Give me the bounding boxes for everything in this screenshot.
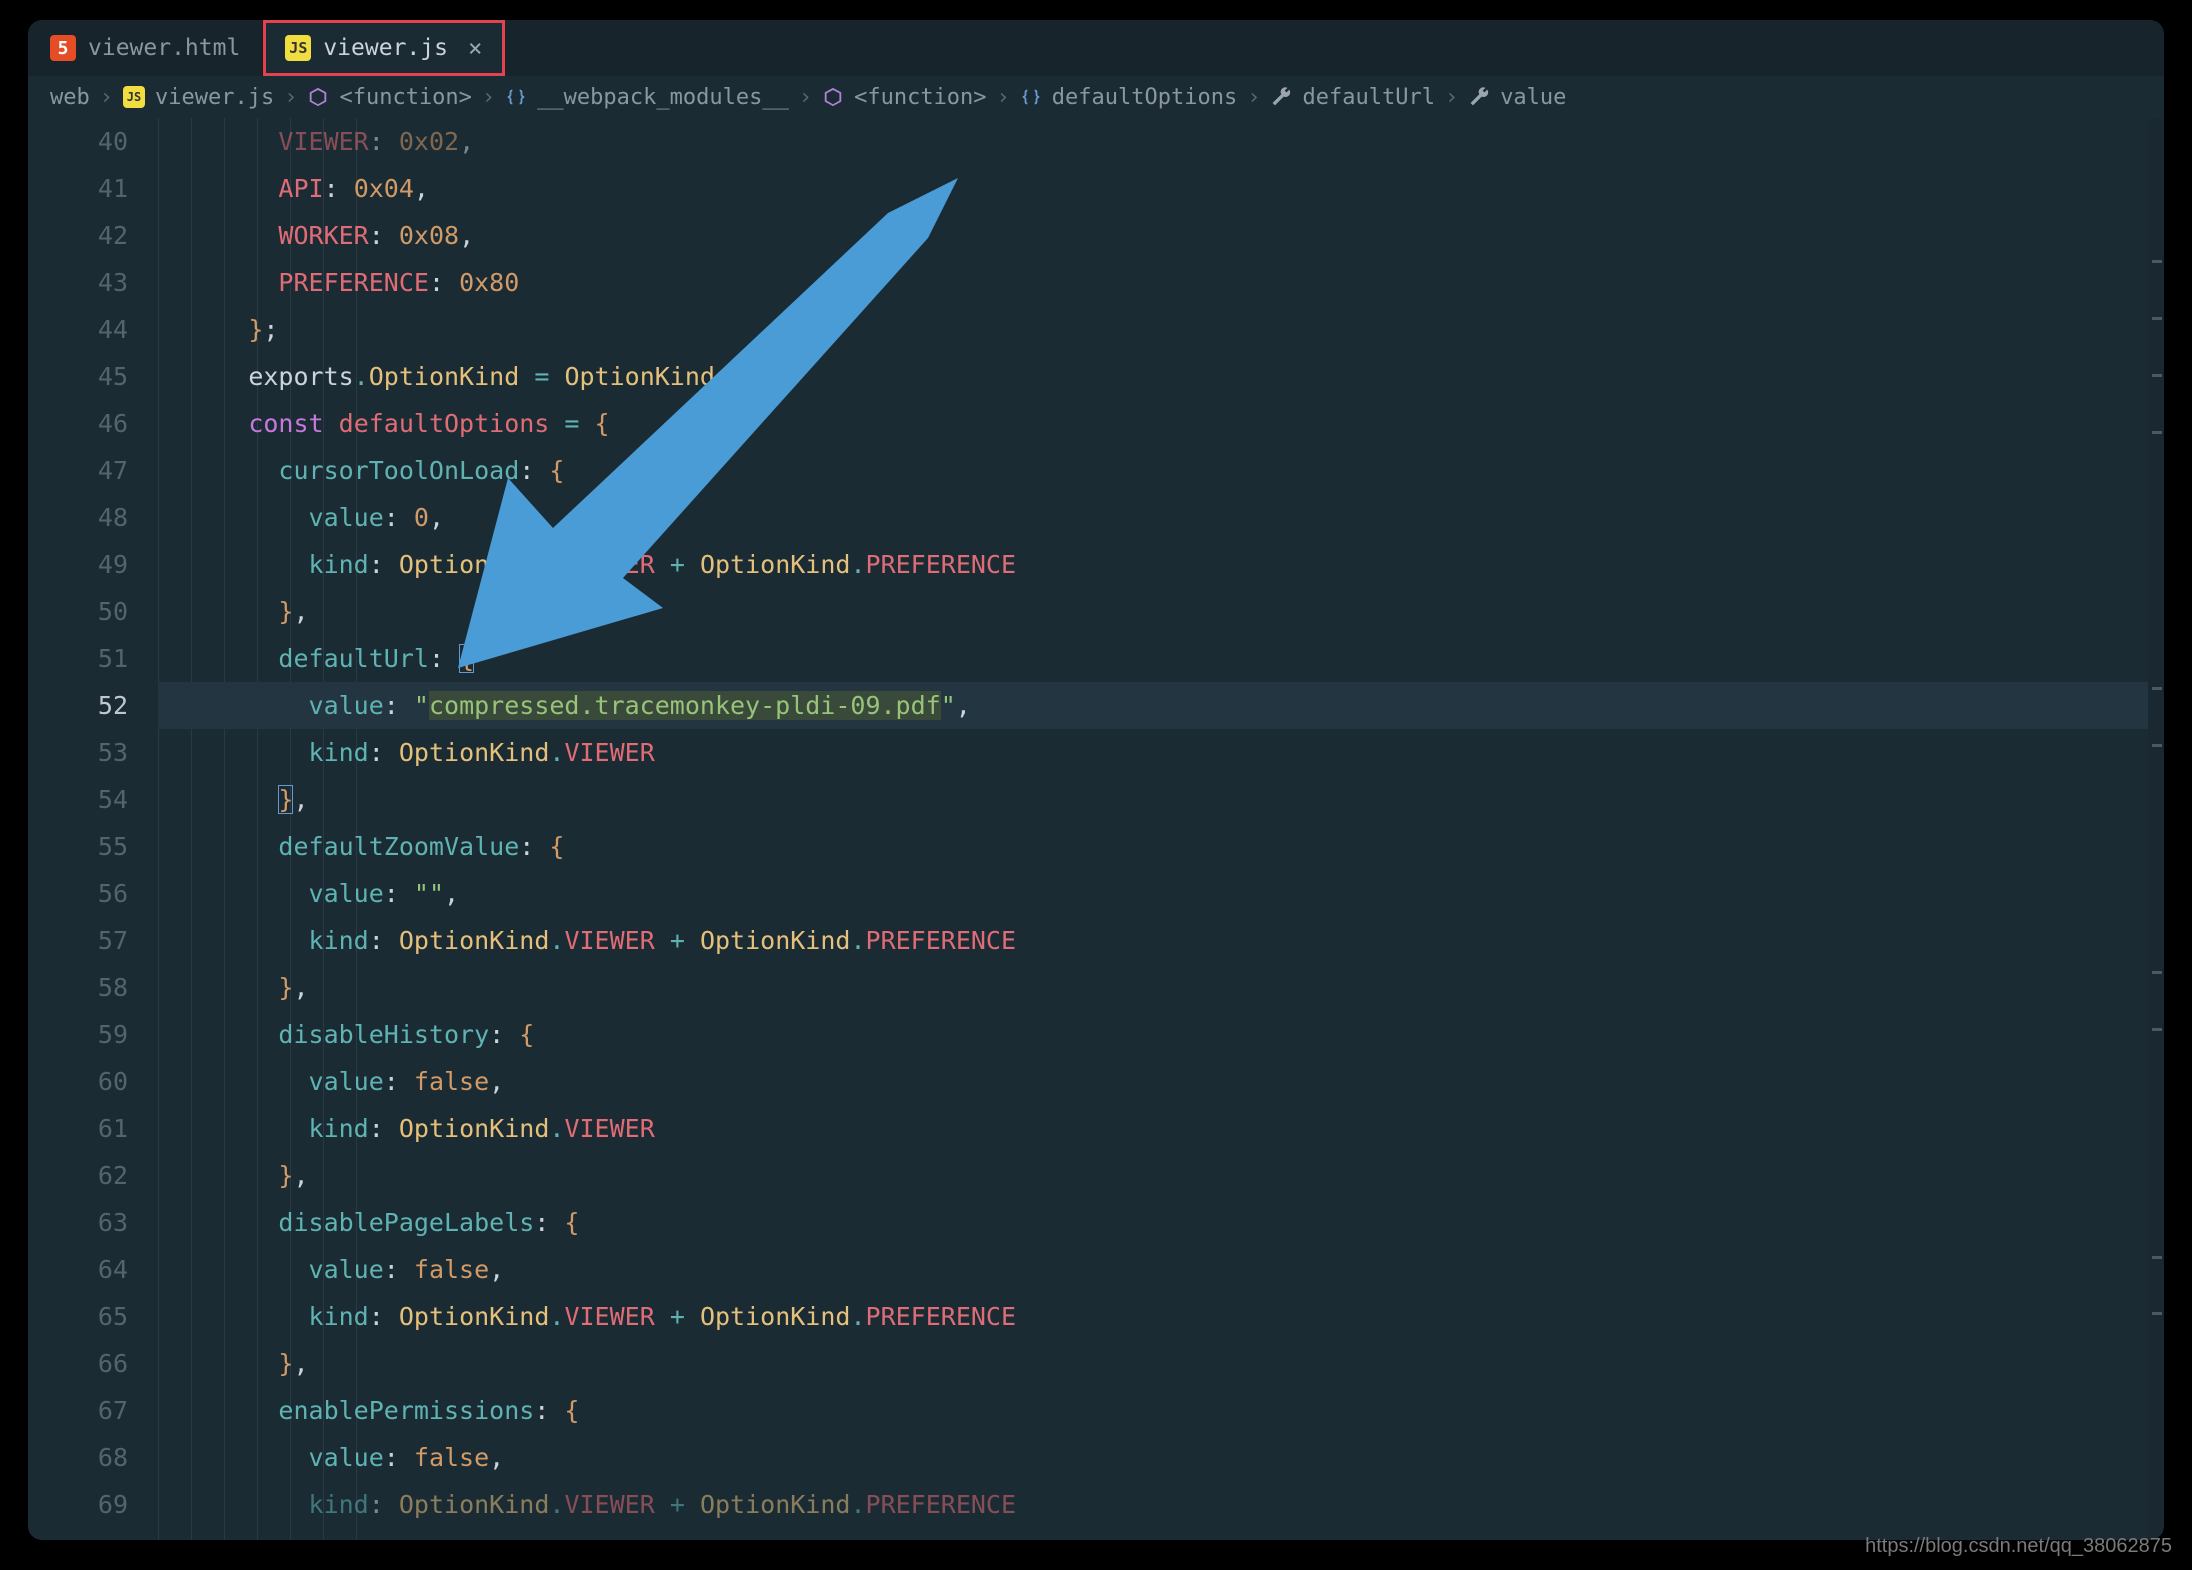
minimap-scrollbar[interactable] [2148,118,2164,1540]
breadcrumb[interactable]: web › JS viewer.js › <function> › __webpack_mod… [28,76,2164,118]
code-line[interactable]: const defaultOptions = { [158,400,2164,447]
code-content[interactable]: VIEWER: 0x02, API: 0x04, WORKER: 0x08, P… [158,118,2164,1540]
code-line[interactable]: }, [158,776,2164,823]
line-number: 52 [28,682,128,729]
wrench-icon [1468,86,1490,108]
code-line[interactable]: kind: OptionKind.VIEWER + OptionKind.PRE… [158,917,2164,964]
chevron-right-icon: › [1445,85,1458,110]
breadcrumb-item[interactable]: viewer.js [155,85,274,110]
code-line[interactable]: value: "compressed.tracemonkey-pldi-09.p… [158,682,2164,729]
line-number: 69 [28,1481,128,1528]
code-line[interactable]: }, [158,588,2164,635]
breadcrumb-item[interactable]: value [1500,85,1566,110]
code-line[interactable]: }, [158,1152,2164,1199]
tab-label: viewer.js [323,35,448,61]
line-number: 51 [28,635,128,682]
line-number: 62 [28,1152,128,1199]
code-line[interactable]: kind: OptionKind.VIEWER + OptionKind.PRE… [158,1293,2164,1340]
code-line[interactable]: cursorToolOnLoad: { [158,447,2164,494]
line-number: 63 [28,1199,128,1246]
line-number: 64 [28,1246,128,1293]
code-line[interactable]: PREFERENCE: 0x80 [158,259,2164,306]
line-number: 57 [28,917,128,964]
line-number: 61 [28,1105,128,1152]
watermark-text: https://blog.csdn.net/qq_38062875 [1865,1535,2172,1558]
code-line[interactable]: kind: OptionKind.VIEWER + OptionKind.PRE… [158,541,2164,588]
code-line[interactable]: API: 0x04, [158,165,2164,212]
editor-window: 5 viewer.html JS viewer.js × web › JS viewer.js… [28,20,2164,1540]
line-number: 55 [28,823,128,870]
js-icon: JS [123,86,145,108]
code-line[interactable]: value: "", [158,870,2164,917]
line-number: 68 [28,1434,128,1481]
line-number: 54 [28,776,128,823]
tab-viewer-html[interactable]: 5 viewer.html [28,20,263,76]
breadcrumb-item[interactable]: defaultOptions [1052,85,1237,110]
code-line[interactable]: kind: OptionKind.VIEWER [158,1105,2164,1152]
chevron-right-icon: › [482,85,495,110]
code-line[interactable]: value: false, [158,1434,2164,1481]
code-line[interactable]: exports.OptionKind = OptionKind; [158,353,2164,400]
line-number: 40 [28,118,128,165]
code-line[interactable]: }; [158,306,2164,353]
code-line[interactable]: enablePermissions: { [158,1387,2164,1434]
chevron-right-icon: › [1247,85,1260,110]
line-number: 58 [28,964,128,1011]
code-line[interactable]: WORKER: 0x08, [158,212,2164,259]
line-number: 46 [28,400,128,447]
line-number: 48 [28,494,128,541]
chevron-right-icon: › [799,85,812,110]
code-line[interactable]: disableHistory: { [158,1011,2164,1058]
code-line[interactable]: kind: OptionKind.VIEWER + OptionKind.PRE… [158,1481,2164,1528]
code-line[interactable]: defaultZoomValue: { [158,823,2164,870]
breadcrumb-item[interactable]: defaultUrl [1302,85,1434,110]
code-line[interactable]: }, [158,964,2164,1011]
cube-icon [307,86,329,108]
breadcrumb-item[interactable]: <function> [854,85,986,110]
breadcrumb-item[interactable]: <function> [339,85,471,110]
breadcrumb-item[interactable]: web [50,85,90,110]
chevron-right-icon: › [284,85,297,110]
chevron-right-icon: › [100,85,113,110]
code-line[interactable]: kind: OptionKind.VIEWER [158,729,2164,776]
close-icon[interactable]: × [468,34,482,62]
wrench-icon [1270,86,1292,108]
line-number-gutter: 4041424344454647484950515253545556575859… [28,118,158,1540]
line-number: 60 [28,1058,128,1105]
line-number: 47 [28,447,128,494]
line-number: 65 [28,1293,128,1340]
code-line[interactable]: value: 0, [158,494,2164,541]
cube-icon [822,86,844,108]
braces-icon [1020,86,1042,108]
line-number: 56 [28,870,128,917]
code-line[interactable]: }, [158,1340,2164,1387]
line-number: 41 [28,165,128,212]
code-line[interactable]: value: false, [158,1246,2164,1293]
chevron-right-icon: › [997,85,1010,110]
tab-label: viewer.html [88,35,240,61]
line-number: 66 [28,1340,128,1387]
line-number: 44 [28,306,128,353]
line-number: 49 [28,541,128,588]
line-number: 67 [28,1387,128,1434]
line-number: 45 [28,353,128,400]
code-line[interactable]: defaultUrl: { [158,635,2164,682]
breadcrumb-item[interactable]: __webpack_modules__ [537,85,789,110]
js-file-icon: JS [285,35,311,61]
line-number: 42 [28,212,128,259]
tab-bar: 5 viewer.html JS viewer.js × [28,20,2164,76]
line-number: 53 [28,729,128,776]
code-line[interactable]: VIEWER: 0x02, [158,118,2164,165]
html-file-icon: 5 [50,35,76,61]
line-number: 59 [28,1011,128,1058]
line-number: 50 [28,588,128,635]
code-line[interactable]: disablePageLabels: { [158,1199,2164,1246]
line-number: 43 [28,259,128,306]
code-line[interactable]: value: false, [158,1058,2164,1105]
tab-viewer-js[interactable]: JS viewer.js × [263,20,505,76]
braces-icon [505,86,527,108]
code-area[interactable]: 4041424344454647484950515253545556575859… [28,118,2164,1540]
